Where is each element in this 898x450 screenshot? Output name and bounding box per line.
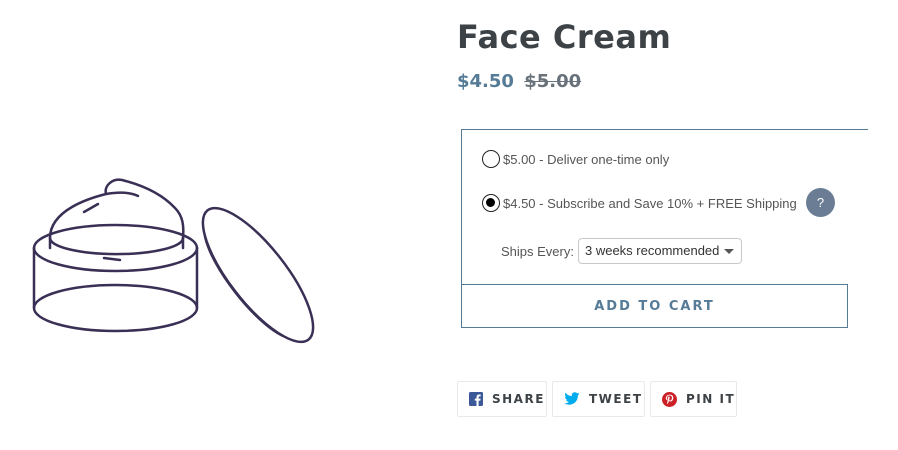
tweet-label: TWEET <box>589 392 643 406</box>
share-label: SHARE <box>492 392 545 406</box>
price-row: $4.50 $5.00 <box>457 71 581 92</box>
facebook-icon <box>469 392 483 406</box>
share-facebook-button[interactable]: SHARE <box>457 381 547 417</box>
compare-price: $5.00 <box>524 71 582 92</box>
ships-every-row: Ships Every: 3 weeks recommended <box>501 238 742 264</box>
subscribe-option[interactable]: $4.50 - Subscribe and Save 10% + FREE Sh… <box>482 194 797 212</box>
pin-it-label: PIN IT <box>686 392 736 406</box>
ships-every-select[interactable]: 3 weeks recommended <box>577 238 742 264</box>
one-time-option[interactable]: $5.00 - Deliver one-time only <box>482 150 669 168</box>
pinterest-icon <box>662 391 677 407</box>
ships-every-value: 3 weeks recommended <box>584 243 720 258</box>
twitter-icon <box>564 392 580 406</box>
pin-it-button[interactable]: PIN IT <box>650 381 737 417</box>
add-to-cart-button[interactable]: ADD TO CART <box>461 284 848 328</box>
ships-every-label: Ships Every: <box>501 243 574 259</box>
purchase-options-box: $5.00 - Deliver one-time only $4.50 - Su… <box>461 129 868 288</box>
help-button[interactable]: ? <box>806 188 835 217</box>
product-title: Face Cream <box>457 18 672 56</box>
sale-price: $4.50 <box>457 71 514 92</box>
product-image <box>20 170 330 350</box>
one-time-label: $5.00 - Deliver one-time only <box>503 151 670 167</box>
one-time-radio[interactable] <box>482 150 500 168</box>
chevron-down-icon <box>723 249 734 254</box>
tweet-button[interactable]: TWEET <box>552 381 645 417</box>
subscribe-label: $4.50 - Subscribe and Save 10% + FREE Sh… <box>503 195 797 211</box>
subscribe-radio[interactable] <box>482 194 500 212</box>
